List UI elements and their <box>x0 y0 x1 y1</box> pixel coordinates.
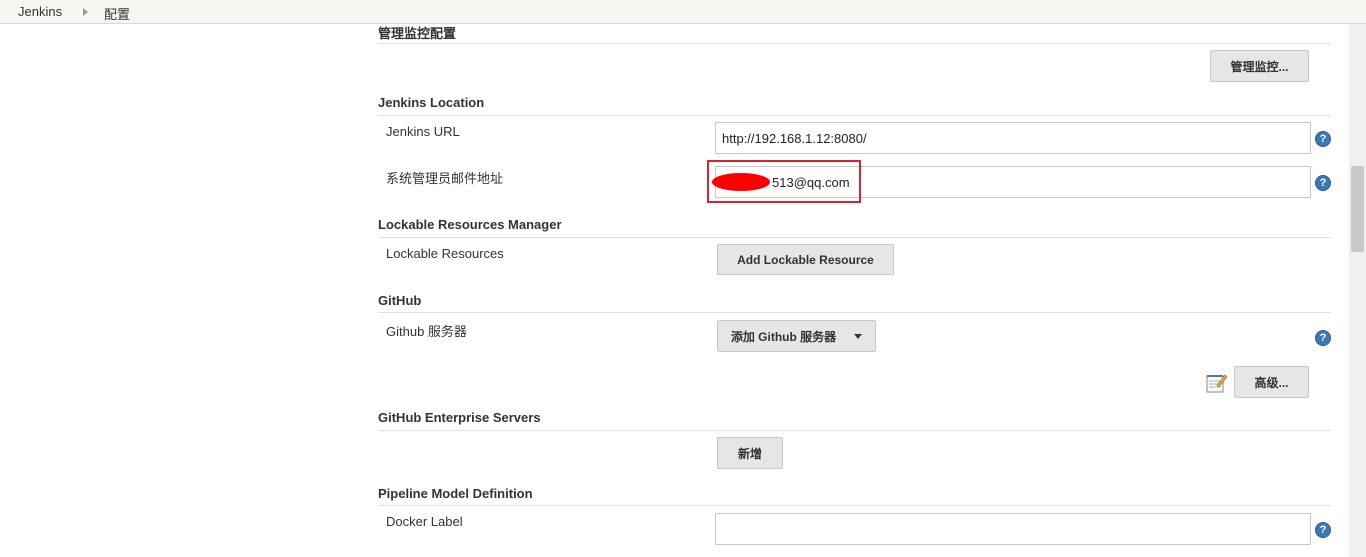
advanced-button[interactable]: 高级... <box>1234 366 1309 398</box>
docker-label-input[interactable] <box>715 513 1311 545</box>
manage-monitors-button[interactable]: 管理监控... <box>1210 50 1309 82</box>
jenkins-url-input[interactable]: http://192.168.1.12:8080/ <box>715 122 1311 154</box>
github-servers-label: Github 服务器 <box>386 324 467 339</box>
docker-label-label: Docker Label <box>386 514 463 529</box>
admin-email-label: 系统管理员邮件地址 <box>386 171 504 186</box>
breadcrumb-current[interactable]: 配置 <box>104 4 130 23</box>
add-github-server-button[interactable]: 添加 Github 服务器 <box>717 320 876 352</box>
notepad-icon[interactable] <box>1206 372 1227 393</box>
section-divider <box>378 505 1331 506</box>
scrollbar-thumb[interactable] <box>1351 166 1364 252</box>
help-icon[interactable]: ? <box>1315 175 1331 191</box>
lockable-resources-label: Lockable Resources <box>386 246 504 261</box>
add-github-server-label: 添加 Github 服务器 <box>730 329 837 344</box>
section-divider <box>378 312 1331 313</box>
jenkins-url-value: http://192.168.1.12:8080/ <box>722 130 867 146</box>
section-title-github-enterprise: GitHub Enterprise Servers <box>378 410 541 425</box>
annotation-highlight-box <box>707 160 861 203</box>
help-icon[interactable]: ? <box>1315 522 1331 538</box>
help-icon[interactable]: ? <box>1315 330 1331 346</box>
section-title-github: GitHub <box>378 293 422 308</box>
section-title-lockable-resources: Lockable Resources Manager <box>378 217 562 232</box>
section-title-jenkins-location: Jenkins Location <box>378 95 485 110</box>
section-divider <box>378 115 1331 116</box>
breadcrumb-separator-icon <box>83 8 88 16</box>
section-divider <box>378 43 1331 44</box>
vertical-scrollbar[interactable] <box>1349 24 1366 557</box>
section-title-monitoring: 管理监控配置 <box>378 26 457 41</box>
chevron-down-icon <box>854 333 863 339</box>
add-lockable-resource-button[interactable]: Add Lockable Resource <box>717 244 894 275</box>
breadcrumb-jenkins-link[interactable]: Jenkins <box>18 4 62 19</box>
section-divider <box>378 237 1331 238</box>
section-title-pipeline-model: Pipeline Model Definition <box>378 486 533 501</box>
jenkins-url-label: Jenkins URL <box>386 124 460 139</box>
add-enterprise-server-button[interactable]: 新增 <box>717 437 783 469</box>
help-icon[interactable]: ? <box>1315 131 1331 147</box>
section-divider <box>378 430 1331 431</box>
breadcrumb: Jenkins 配置 <box>0 0 1366 24</box>
